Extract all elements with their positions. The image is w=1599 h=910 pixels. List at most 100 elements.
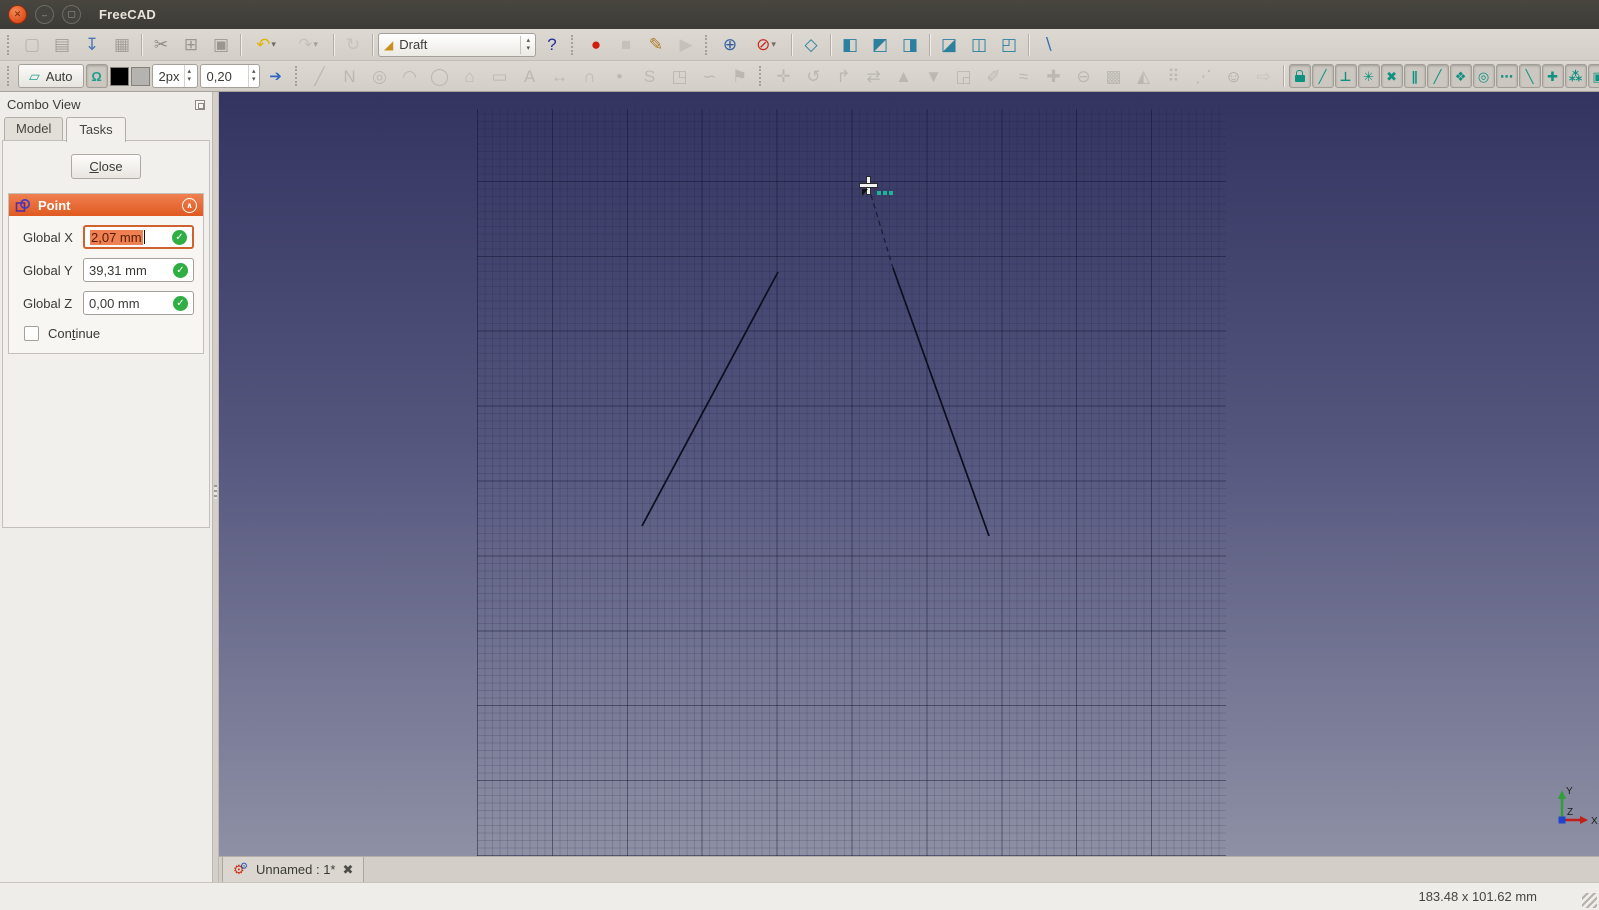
view-top-button[interactable]: ◩: [866, 31, 894, 58]
macro-edit-button[interactable]: ✎: [642, 31, 670, 58]
draft-point-button: •: [606, 63, 634, 90]
draft-shape-2d-view-button: ◭: [1130, 63, 1158, 90]
global-z-input[interactable]: 0,00 mm ✓: [83, 291, 194, 315]
toolbar-separator: [791, 33, 792, 56]
paste-button[interactable]: ▣: [207, 31, 235, 58]
copy-button[interactable]: ⊞: [177, 31, 205, 58]
draft-move-button: ✛: [770, 63, 798, 90]
global-scale-arrows-icon[interactable]: ▴ ▾: [248, 65, 259, 87]
global-x-input[interactable]: 2,07 mm ✓: [83, 225, 194, 249]
window-maximize-button[interactable]: ▢: [62, 5, 81, 24]
apply-style-button[interactable]: ➔: [262, 63, 290, 90]
snap-lock-button[interactable]: [1288, 64, 1311, 88]
working-plane-icon: ▱: [29, 67, 40, 84]
snap-intersection-button[interactable]: ✖: [1380, 64, 1403, 88]
cut-button[interactable]: ✂: [147, 31, 175, 58]
snap-grid-button[interactable]: ✳: [1357, 64, 1380, 88]
macro-record-button[interactable]: ●: [582, 31, 610, 58]
snap-ortho-button[interactable]: ✚: [1541, 64, 1564, 88]
toolbar-grip: [294, 66, 299, 86]
panel-float-icon[interactable]: [195, 99, 205, 110]
document-close-icon[interactable]: ✖: [343, 862, 354, 878]
collapse-icon[interactable]: ∧: [182, 197, 197, 213]
new-file-icon: ▢: [23, 35, 41, 54]
view-rear-button[interactable]: ◪: [935, 31, 963, 58]
snap-perpendicular-button[interactable]: ⊥: [1334, 64, 1357, 88]
snap-center-button[interactable]: ◎: [1472, 64, 1495, 88]
workbench-spinner-icon[interactable]: ▴ ▾: [520, 35, 530, 54]
draw-style-dropdown-icon[interactable]: ▾: [771, 39, 776, 50]
line-width-spinbox[interactable]: 2px ▴ ▾: [151, 64, 198, 88]
global-y-label: Global Y: [23, 262, 73, 278]
view-axonometric-button[interactable]: ◇: [797, 31, 825, 58]
snap-toolbar-group: ╱ ⊥ ✳ ✖ ∥ ╱ ❖ ◎ ⋯ ╲ ✚ ⁂ ▣: [1288, 64, 1599, 88]
tab-model[interactable]: Model: [4, 117, 64, 142]
workbench-selector[interactable]: ◢ Draft ▴ ▾: [378, 32, 536, 57]
snap-edge-button[interactable]: ╱: [1426, 64, 1449, 88]
snap-extension-button[interactable]: ⋯: [1495, 64, 1518, 88]
panel-splitter[interactable]: [212, 92, 219, 882]
global-scale-spinbox[interactable]: 0,20 ▴ ▾: [199, 64, 260, 88]
global-y-input[interactable]: 39,31 mm ✓: [83, 258, 194, 282]
snap-indicator-dots: [877, 191, 893, 195]
toolbar-grip: [7, 66, 11, 86]
line-width-arrows-icon[interactable]: ▴ ▾: [183, 65, 195, 87]
view-bottom-icon: ◫: [970, 35, 988, 54]
draft-shape-2d-view-icon: ◭: [1136, 66, 1151, 86]
snap-endpoint-button[interactable]: ╱: [1311, 64, 1334, 88]
face-color-swatch[interactable]: [130, 66, 150, 86]
line-color-swatch[interactable]: [109, 66, 129, 86]
undo-button[interactable]: ↶ ▾: [246, 31, 286, 58]
view-bottom-button[interactable]: ◫: [965, 31, 993, 58]
view-right-button[interactable]: ◨: [896, 31, 924, 58]
undo-dropdown-icon[interactable]: ▾: [271, 39, 276, 50]
measure-distance-button[interactable]: ∖: [1034, 31, 1062, 58]
titlebar[interactable]: ✕ – ▢ FreeCAD: [0, 0, 1599, 29]
draft-add-point-icon: ✚: [1046, 66, 1061, 86]
whats-this-button[interactable]: ?: [538, 31, 566, 58]
new-file-button[interactable]: ▢: [18, 31, 46, 58]
draft-tools-group: ╱ N ◎ ◠ ◯ ⌂ ▭ A ↔ ∩ • S ◳ ∽ ⚑ ✛ ↺ ↱ ⇄ ▲ ▼ ◲ ✐ ≈ ✚ ⊖ ▩ ◭ ⠿ ⋰ ☺ ⇨: [292, 63, 1287, 90]
snap-master-toggle[interactable]: Ω: [85, 64, 108, 88]
draft-rectangle-icon: ▭: [491, 66, 508, 86]
combo-view-panel: Combo View Model Tasks Close Point ∧ Glo…: [0, 92, 212, 882]
snap-perpendicular-icon: ⊥: [1339, 68, 1352, 84]
open-file-button[interactable]: ▤: [48, 31, 76, 58]
window-minimize-button[interactable]: –: [35, 5, 54, 24]
snap-near-button[interactable]: ╲: [1518, 64, 1541, 88]
draft-clone-button[interactable]: ☺: [1220, 63, 1248, 90]
continue-label: Continue: [48, 326, 101, 341]
tab-tasks[interactable]: Tasks: [66, 117, 126, 142]
combo-view-titlebar[interactable]: Combo View: [0, 92, 212, 116]
snap-edge-icon: ╱: [1433, 68, 1442, 84]
snap-angle-button[interactable]: ❖: [1449, 64, 1472, 88]
document-tab[interactable]: ⚙ ⚙ Unnamed : 1* ✖: [222, 857, 365, 882]
print-button[interactable]: ▦: [108, 31, 136, 58]
valid-check-icon: ✓: [172, 229, 187, 245]
3d-viewport[interactable]: Y X Z: [219, 92, 1599, 856]
view-front-button[interactable]: ◧: [836, 31, 864, 58]
snap-lock-icon: [1294, 70, 1305, 82]
toolbar-grip: [758, 66, 763, 86]
continue-checkbox[interactable]: [24, 326, 39, 341]
global-y-value: 39,31 mm: [89, 262, 147, 278]
save-file-button[interactable]: ↧: [78, 31, 106, 58]
toolbar-separator: [141, 33, 142, 56]
snap-parallel-button[interactable]: ∥: [1403, 64, 1426, 88]
draw-style-button[interactable]: ⊘ ▾: [746, 31, 786, 58]
draft-line-left: [641, 271, 779, 527]
snap-working-plane-button[interactable]: ▣: [1587, 64, 1599, 88]
draft-delete-point-icon: ⊖: [1076, 66, 1091, 86]
point-task-header[interactable]: Point ∧: [9, 194, 203, 216]
auto-working-plane-button[interactable]: ▱ Auto: [18, 64, 84, 88]
window-close-button[interactable]: ✕: [8, 5, 27, 24]
draft-shapestring-button: S: [636, 63, 664, 90]
fit-all-button[interactable]: ⊕: [716, 31, 744, 58]
close-task-button[interactable]: Close: [71, 154, 141, 179]
snap-special-button[interactable]: ⁂: [1564, 64, 1587, 88]
view-left-button[interactable]: ◰: [995, 31, 1023, 58]
view-front-icon: ◧: [841, 35, 859, 54]
redo-dropdown-icon[interactable]: ▾: [313, 39, 318, 50]
resize-grip[interactable]: [1582, 893, 1597, 908]
snap-parallel-icon: ∥: [1411, 68, 1418, 84]
